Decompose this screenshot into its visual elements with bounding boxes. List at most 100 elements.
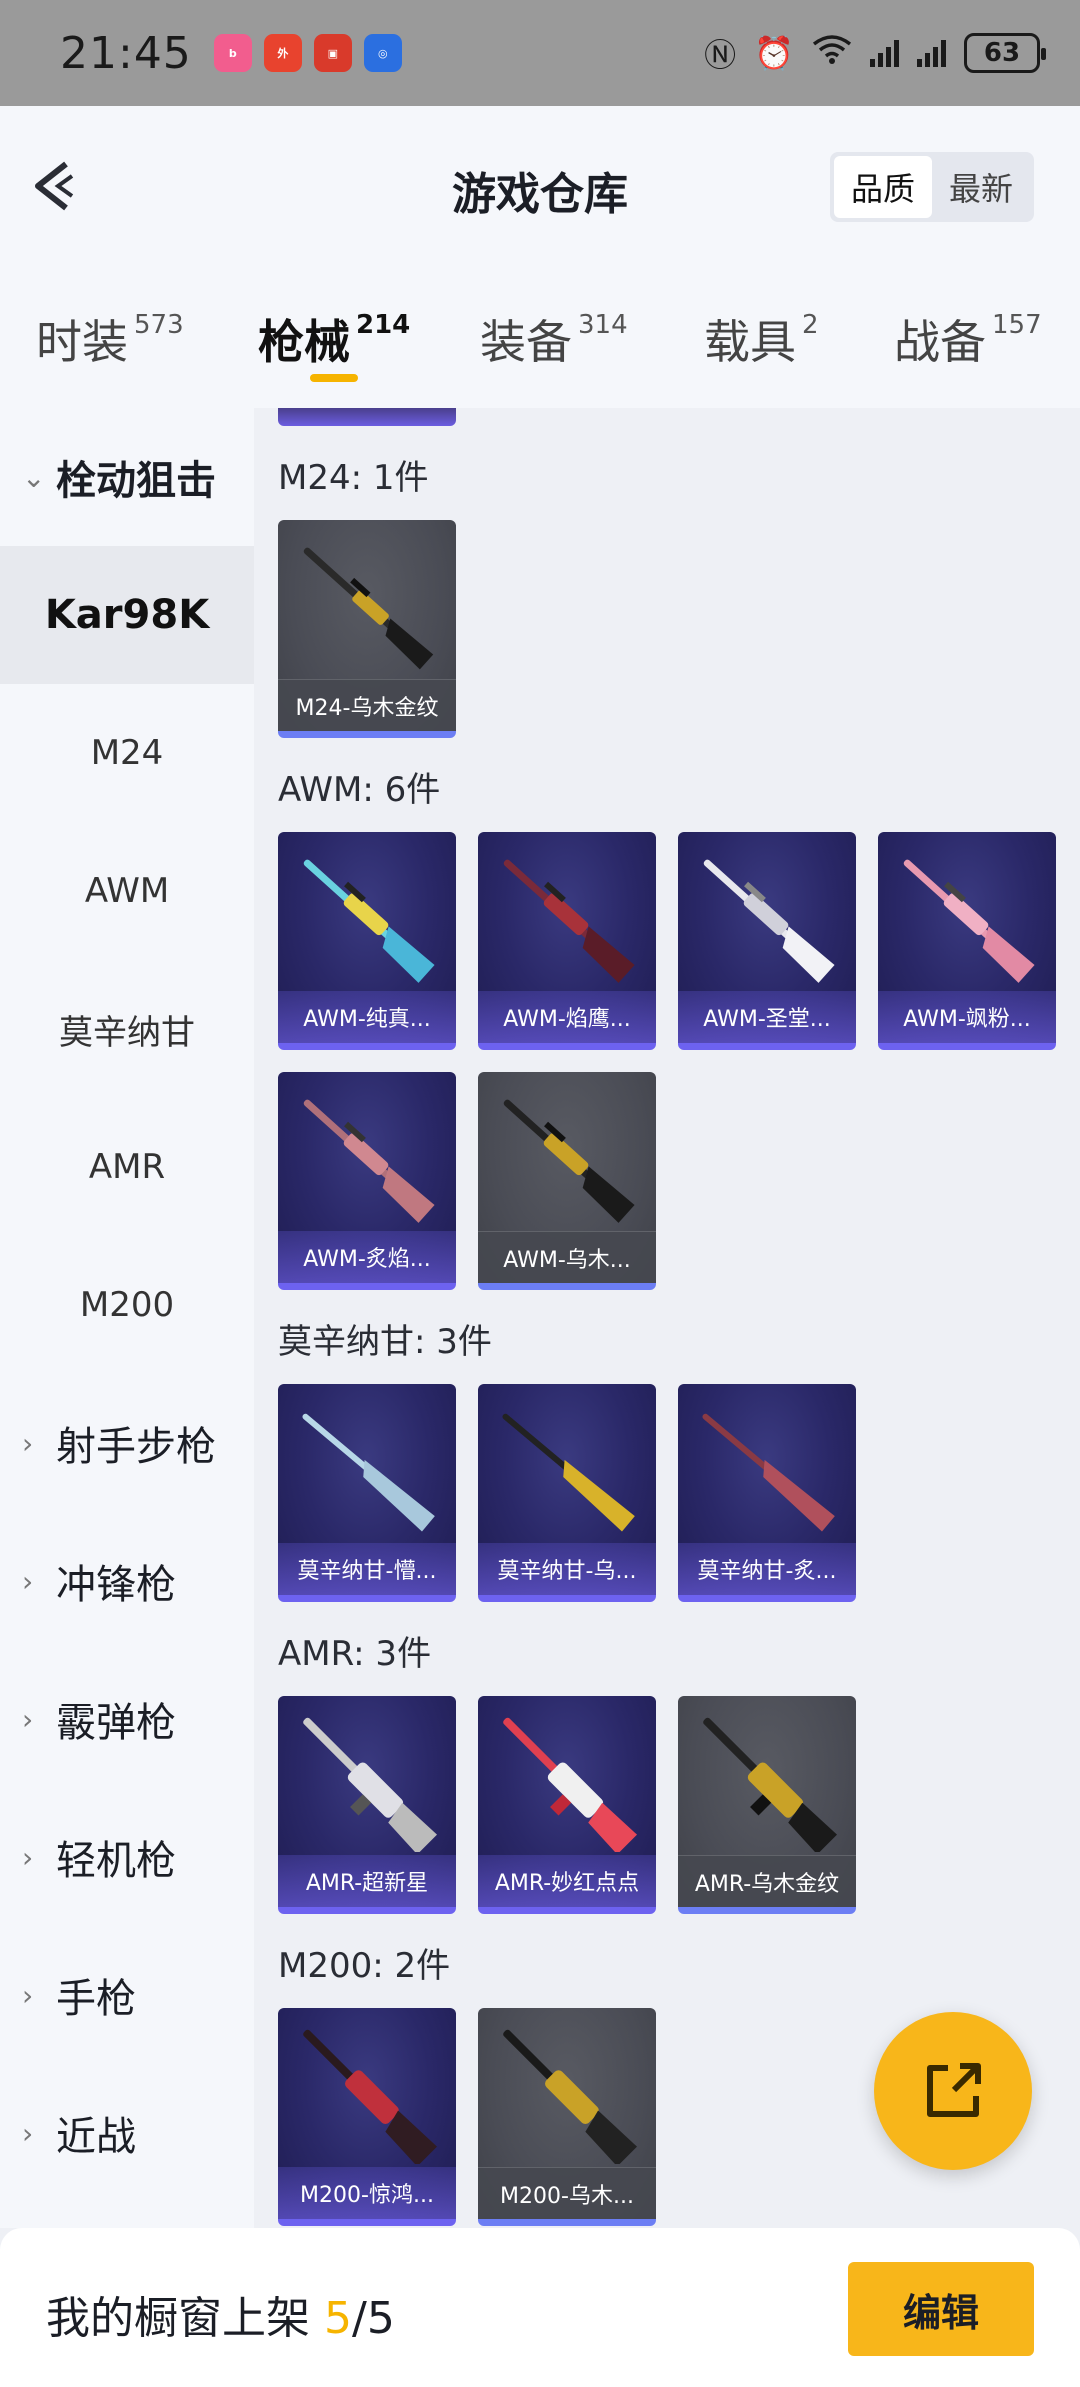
tab-label: 时装	[36, 315, 128, 369]
sidebar-group-label: 近战	[56, 2114, 136, 2160]
rifle-icon	[303, 1717, 438, 1852]
rifle-icon	[302, 1413, 435, 1532]
alarm-icon: ⏰	[754, 34, 794, 72]
sidebar-item-amr[interactable]: AMR	[0, 1098, 254, 1236]
chevron-right-icon: ›	[22, 2116, 34, 2150]
sidebar-item-m24[interactable]: M24	[0, 684, 254, 822]
sidebar-group-smg[interactable]: › 冲锋枪	[0, 1512, 254, 1650]
sidebar-group-marksman[interactable]: › 射手步枪	[0, 1374, 254, 1512]
item-name: AMR-乌木金纹	[678, 1855, 856, 1907]
sidebar-group-label: 栓动狙击	[56, 458, 216, 504]
showcase-separator: /	[352, 2293, 367, 2344]
tab-vehicles[interactable]: 载具 2	[704, 306, 819, 372]
item-card[interactable]: AWM-纯真...	[278, 832, 456, 1050]
tab-count: 214	[356, 310, 411, 340]
item-card[interactable]: 莫辛纳甘-炙...	[678, 1384, 856, 1602]
item-name: AMR-妙红点点	[478, 1855, 656, 1907]
item-card[interactable]: 莫辛纳甘-懵...	[278, 1384, 456, 1602]
section-title: 莫辛纳甘: 3件	[278, 1322, 492, 1362]
status-time: 21:45	[60, 27, 192, 79]
tab-count: 2	[802, 310, 819, 340]
share-icon	[927, 2063, 981, 2117]
signal-icon	[870, 39, 899, 67]
section-title: AMR: 3件	[278, 1634, 432, 1674]
item-card[interactable]: 莫辛纳甘-乌...	[478, 1384, 656, 1602]
status-apps: b 外 ▣ ◎	[213, 34, 402, 72]
rifle-icon	[702, 1413, 835, 1532]
rifle-icon	[303, 2029, 438, 2164]
sidebar-item-label: AWM	[84, 871, 170, 911]
sidebar-item-label: 莫辛纳甘	[59, 1012, 195, 1053]
previous-card-edge	[278, 408, 456, 426]
showcase-total-count: 5	[366, 2293, 395, 2344]
item-grid: M24: 1件 M24-乌木金纹 AWM: 6件 AWM-纯真... AWM-焰…	[254, 408, 1080, 2228]
showcase-label-text: 我的橱窗上架	[46, 2293, 324, 2344]
sidebar-item-mosin[interactable]: 莫辛纳甘	[0, 960, 254, 1098]
wifi-icon	[812, 34, 852, 72]
tab-gear[interactable]: 战备 157	[894, 306, 1042, 372]
tab-equipment[interactable]: 装备 314	[480, 306, 628, 372]
sidebar-item-label: M200	[79, 1285, 175, 1325]
chevron-right-icon: ›	[22, 1564, 34, 1598]
item-card[interactable]: M24-乌木金纹	[278, 520, 456, 738]
section-title: M24: 1件	[278, 458, 429, 498]
sidebar-item-m200[interactable]: M200	[0, 1236, 254, 1374]
item-name: M200-惊鸿...	[278, 2167, 456, 2219]
rifle-icon	[503, 859, 635, 983]
tab-fashion[interactable]: 时装 573	[36, 306, 184, 372]
sidebar-group-melee[interactable]: › 近战	[0, 2064, 254, 2202]
item-name: AWM-飒粉...	[878, 991, 1056, 1043]
item-name: AMR-超新星	[278, 1855, 456, 1907]
tab-label: 载具	[704, 315, 796, 369]
item-name: 莫辛纳甘-炙...	[678, 1543, 856, 1595]
item-card[interactable]: AWM-焰鹰...	[478, 832, 656, 1050]
chevron-right-icon: ›	[22, 1426, 34, 1460]
share-button[interactable]	[874, 2012, 1032, 2170]
rifle-icon	[303, 1099, 435, 1223]
edit-button[interactable]: 编辑	[848, 2262, 1034, 2356]
header: 游戏仓库 品质 最新	[0, 106, 1080, 266]
item-card[interactable]: AMR-超新星	[278, 1696, 456, 1914]
sidebar-group-pistol[interactable]: › 手枪	[0, 1926, 254, 2064]
sidebar: ⌄ 栓动狙击 Kar98K M24 AWM 莫辛纳甘 AMR M200 › 射手…	[0, 408, 254, 2228]
item-card[interactable]: AWM-飒粉...	[878, 832, 1056, 1050]
sidebar-group-bolt-action[interactable]: ⌄ 栓动狙击	[0, 408, 254, 546]
item-card[interactable]: AMR-乌木金纹	[678, 1696, 856, 1914]
item-name: AWM-炙焰...	[278, 1231, 456, 1283]
signal-icon-2	[917, 39, 946, 67]
sidebar-group-label: 手枪	[56, 1976, 136, 2022]
section-title: M200: 2件	[278, 1946, 451, 1986]
sidebar-item-kar98k[interactable]: Kar98K	[0, 546, 254, 684]
sidebar-item-awm[interactable]: AWM	[0, 822, 254, 960]
nfc-icon: Ⓝ	[704, 36, 737, 74]
chevron-down-icon: ⌄	[22, 460, 46, 494]
tab-guns[interactable]: 枪械 214	[258, 306, 410, 372]
rifle-icon	[303, 859, 435, 983]
sidebar-group-lmg[interactable]: › 轻机枪	[0, 1788, 254, 1926]
sidebar-item-label: M24	[90, 733, 164, 773]
chevron-right-icon: ›	[22, 1840, 34, 1874]
item-card[interactable]: M200-乌木...	[478, 2008, 656, 2226]
shop-icon: ▣	[313, 34, 352, 72]
sidebar-group-shotgun[interactable]: › 霰弹枪	[0, 1650, 254, 1788]
sidebar-group-label: 射手步枪	[56, 1424, 216, 1470]
item-card[interactable]: M200-惊鸿...	[278, 2008, 456, 2226]
sort-quality[interactable]: 品质	[834, 156, 932, 218]
item-card[interactable]: AWM-乌木...	[478, 1072, 656, 1290]
item-card[interactable]: AWM-圣堂...	[678, 832, 856, 1050]
rifle-icon	[503, 2029, 638, 2164]
sidebar-group-label: 霰弹枪	[56, 1700, 176, 1746]
section-title: AWM: 6件	[278, 770, 441, 810]
sort-newest[interactable]: 最新	[932, 156, 1030, 218]
chevron-right-icon: ›	[22, 1702, 34, 1736]
showcase-label: 我的橱窗上架 5/5	[46, 2282, 395, 2346]
sidebar-item-label: Kar98K	[44, 592, 210, 638]
item-card[interactable]: AMR-妙红点点	[478, 1696, 656, 1914]
item-card[interactable]: AWM-炙焰...	[278, 1072, 456, 1290]
safety-icon: ◎	[363, 34, 402, 72]
rifle-icon	[703, 859, 835, 983]
status-right: Ⓝ ⏰ 63	[704, 30, 1046, 76]
sort-toggle: 品质 最新	[830, 152, 1034, 222]
tab-label: 战备	[894, 315, 986, 369]
bilibili-icon: b	[213, 34, 252, 72]
